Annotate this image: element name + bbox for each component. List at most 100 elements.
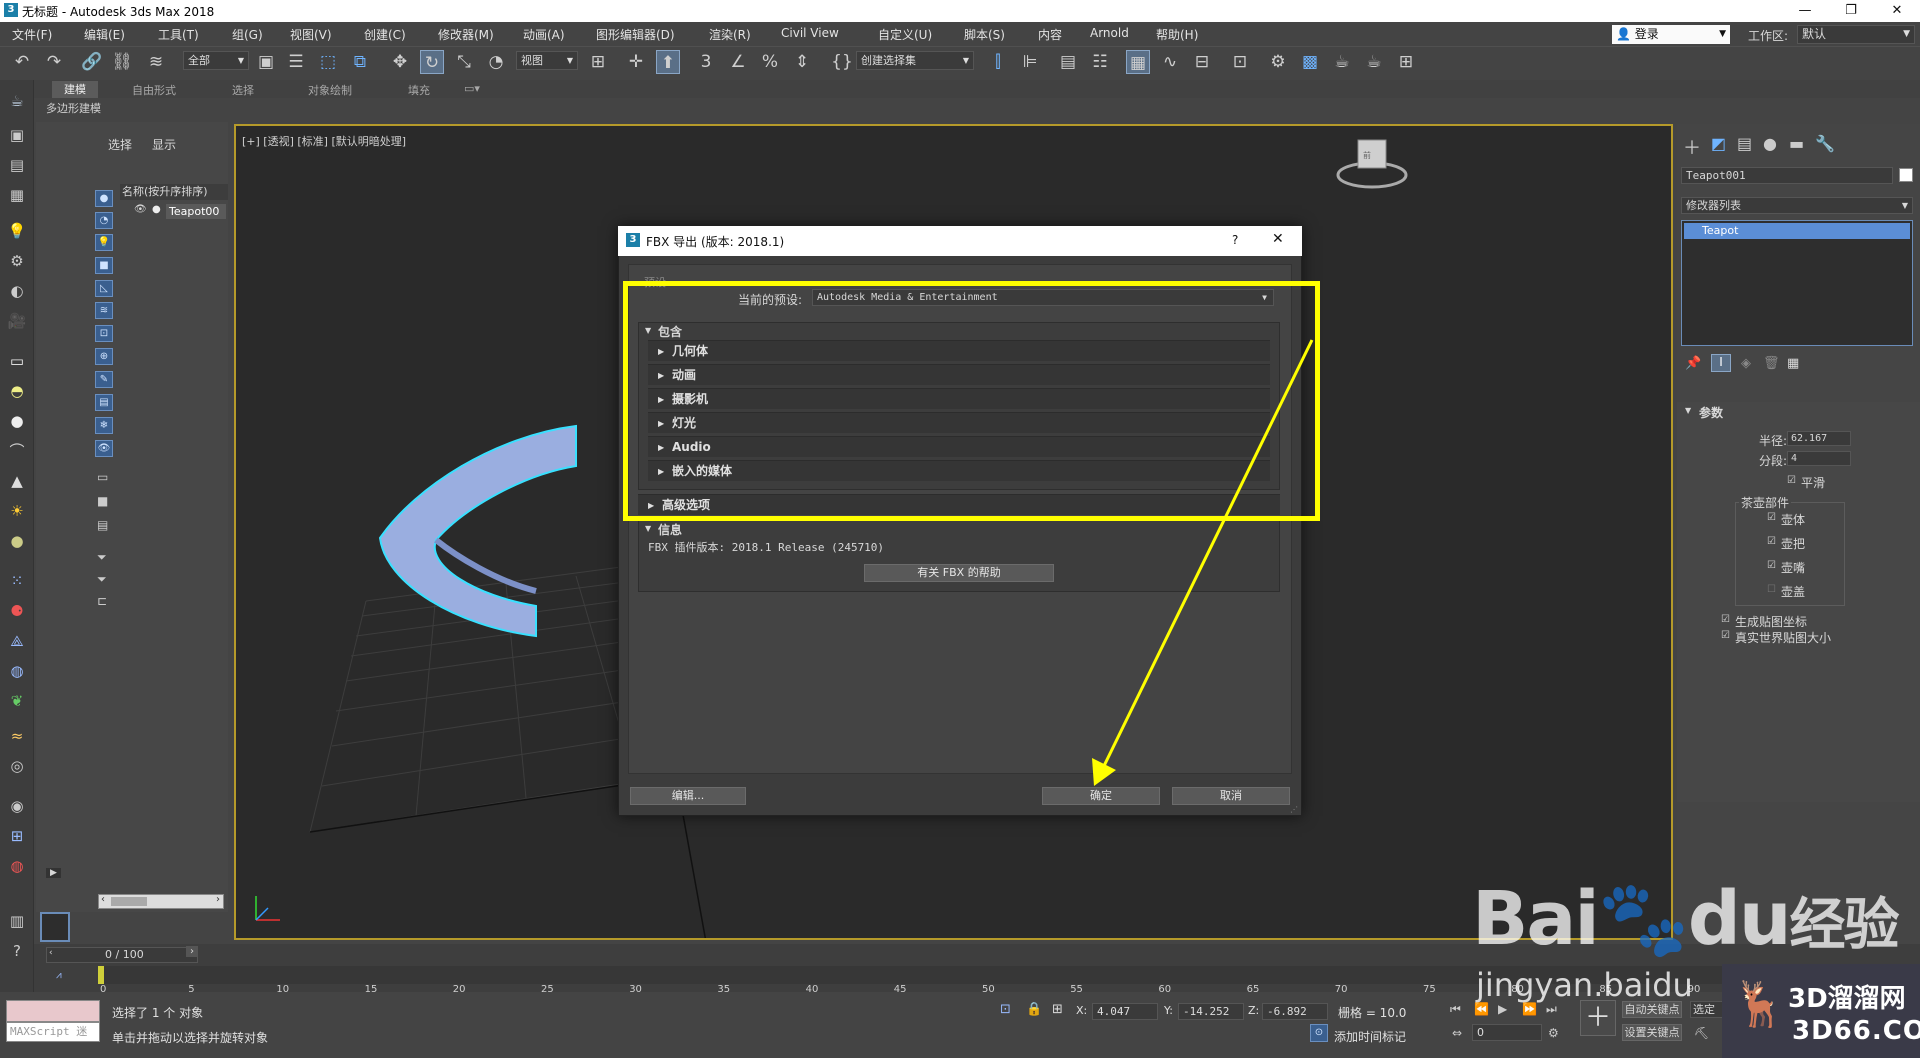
next-key-icon[interactable]: ⏩ xyxy=(1522,1002,1537,1016)
ribbon-subtab-polygon-modeling[interactable]: 多边形建模 xyxy=(46,100,101,116)
filter-xrefs-icon[interactable]: ⊕ xyxy=(95,348,113,365)
menu-tools[interactable]: 工具(T) xyxy=(158,26,199,43)
resize-grip-icon[interactable]: ⋰ xyxy=(1290,805,1298,814)
render-production-icon[interactable]: ☕ xyxy=(1330,50,1354,74)
dialog-help-button[interactable]: ? xyxy=(1232,233,1238,247)
lock-selection-icon[interactable]: 🔒 xyxy=(1026,1002,1042,1017)
undo-icon[interactable]: ↶ xyxy=(10,50,34,74)
filter-frozen-icon[interactable]: ❄ xyxy=(95,417,113,434)
time-slider-marker[interactable] xyxy=(98,966,104,984)
segments-spinner[interactable]: 4 xyxy=(1787,451,1851,466)
scroll-left-icon[interactable]: ‹ xyxy=(101,894,105,905)
close-button[interactable]: ✕ xyxy=(1874,0,1920,22)
bind-space-warp-icon[interactable]: ≋ xyxy=(144,50,168,74)
select-manipulate-icon[interactable]: ✛ xyxy=(624,50,648,74)
utilities-tab-icon[interactable]: 🔧 xyxy=(1815,134,1835,153)
spinner-snap-icon[interactable]: ⇕ xyxy=(790,50,814,74)
filter-shapes-icon[interactable]: ◔ xyxy=(95,212,113,229)
help-icon[interactable]: ? xyxy=(5,940,29,962)
curve-editor-icon[interactable]: ∿ xyxy=(1158,50,1182,74)
ribbon-tab-selection[interactable]: 选择 xyxy=(232,82,254,98)
ribbon-tab-object-paint[interactable]: 对象绘制 xyxy=(308,82,352,98)
layers-icon[interactable]: ▥ xyxy=(5,910,29,932)
set-key-big-icon[interactable]: ＋ xyxy=(1580,1000,1616,1036)
globe-icon[interactable]: ◍ xyxy=(5,660,29,682)
absolute-mode-icon[interactable]: ⊞ xyxy=(1052,1002,1063,1017)
viewport-layout-thumb[interactable] xyxy=(40,912,70,942)
rect-selection-icon[interactable]: ⬚ xyxy=(316,50,340,74)
menu-animation[interactable]: 动画(A) xyxy=(523,26,565,43)
motion-tab-icon[interactable]: ● xyxy=(1763,134,1777,153)
viewcube[interactable]: 前 xyxy=(1332,130,1412,200)
explorer-item-teapot[interactable]: Teapot00 xyxy=(166,204,226,219)
isolate-selection-icon[interactable]: ⊡ xyxy=(1000,1002,1011,1017)
cylinder-icon[interactable]: ◐ xyxy=(5,280,29,302)
next-frame-icon[interactable]: › xyxy=(186,946,198,957)
go-to-end-icon[interactable]: ⏭ xyxy=(1546,1002,1557,1017)
gen-map-checkbox[interactable]: ☑ xyxy=(1721,614,1730,625)
menu-arnold[interactable]: Arnold xyxy=(1090,26,1129,40)
remove-modifier-icon[interactable]: 🗑 xyxy=(1763,356,1780,371)
rendered-frame-window-icon[interactable]: ▩ xyxy=(1298,50,1322,74)
explorer-list-icon[interactable]: ▤ xyxy=(97,518,108,532)
menu-help[interactable]: 帮助(H) xyxy=(1156,26,1198,43)
menu-create[interactable]: 创建(C) xyxy=(364,26,406,43)
create-tab-icon[interactable]: ＋ xyxy=(1683,134,1701,160)
key-filter-dropdown[interactable]: 选定 xyxy=(1690,1001,1724,1018)
real-world-checkbox[interactable]: ☑ xyxy=(1721,630,1730,641)
explorer-doc-icon[interactable]: ▭ xyxy=(97,470,108,484)
menu-edit[interactable]: 编辑(E) xyxy=(84,26,125,43)
show-end-result-icon[interactable]: I xyxy=(1711,354,1731,372)
move-icon[interactable]: ✥ xyxy=(388,50,412,74)
mesh-icon[interactable]: ⟁ xyxy=(5,630,29,652)
menu-file[interactable]: 文件(F) xyxy=(12,26,52,43)
menu-modifiers[interactable]: 修改器(M) xyxy=(438,26,494,43)
particles-icon[interactable]: ⚈ xyxy=(5,600,29,622)
maxscript-input[interactable]: MAXScript 迷 xyxy=(6,1022,100,1042)
expand-arrow-icon[interactable]: ▶ xyxy=(46,868,61,878)
dialog-close-button[interactable]: ✕ xyxy=(1272,231,1284,247)
material-editor-icon[interactable]: ⊡ xyxy=(1228,50,1252,74)
filter-bones-icon[interactable]: ✎ xyxy=(95,371,113,388)
info-title[interactable]: 信息 xyxy=(658,521,682,538)
ribbon-options-icon[interactable]: ▭▾ xyxy=(464,82,480,95)
filter-funnel-icon[interactable]: ⏷ xyxy=(97,572,107,587)
pivot-center-icon[interactable]: ⊞ xyxy=(586,50,610,74)
align-icon[interactable]: ⊫ xyxy=(1018,50,1042,74)
ribbon-tab-modeling[interactable]: 建模 xyxy=(52,81,98,98)
object-color-swatch[interactable] xyxy=(1899,168,1913,182)
sphere-icon[interactable]: ● xyxy=(5,410,29,432)
add-time-tag[interactable]: 添加时间标记 xyxy=(1334,1028,1406,1045)
fbx-help-button[interactable]: 有关 FBX 的帮助 xyxy=(864,564,1054,582)
plane-icon[interactable]: ▭ xyxy=(5,350,29,372)
scroll-right-icon[interactable]: › xyxy=(216,894,220,905)
play-icon[interactable]: ▶ xyxy=(1498,1002,1507,1016)
filter-containers-icon[interactable]: ▤ xyxy=(95,394,113,411)
menu-customize[interactable]: 自定义(U) xyxy=(878,26,932,43)
edit-button[interactable]: 编辑... xyxy=(630,787,746,805)
named-selection-dropdown[interactable]: 创建选择集 ▼ xyxy=(856,51,974,70)
prev-key-icon[interactable]: ⏪ xyxy=(1474,1002,1489,1016)
a360-render-icon[interactable]: ⊞ xyxy=(1394,50,1418,74)
smooth-checkbox[interactable]: ☑ xyxy=(1787,475,1796,486)
explorer-tab-select[interactable]: 选择 xyxy=(108,136,132,153)
filter-lights-icon[interactable]: 💡 xyxy=(95,234,113,251)
selection-filter-dropdown[interactable]: 全部 ▼ xyxy=(183,51,249,70)
ref-coord-dropdown[interactable]: 视图 ▼ xyxy=(516,51,578,70)
object-name-field[interactable]: Teapot001 xyxy=(1681,167,1893,184)
render-iterative-icon[interactable]: ☕ xyxy=(1362,50,1386,74)
dome-icon[interactable]: ◓ xyxy=(5,380,29,402)
box-icon[interactable]: ▣ xyxy=(5,124,29,146)
explorer-hscrollbar[interactable]: ‹ › xyxy=(98,894,224,909)
scroll-thumb[interactable] xyxy=(111,897,147,906)
teapot-icon[interactable]: ☕ xyxy=(5,90,29,112)
gear-icon[interactable]: ⚙ xyxy=(5,250,29,272)
filter-groups-icon[interactable]: ⊡ xyxy=(95,325,113,342)
select-by-name-icon[interactable]: ☰ xyxy=(284,50,308,74)
menu-scripting[interactable]: 脚本(S) xyxy=(964,26,1005,43)
make-unique-icon[interactable]: ◈ xyxy=(1741,356,1751,371)
explorer-tab-display[interactable]: 显示 xyxy=(152,136,176,153)
schematic-view-icon[interactable]: ⊟ xyxy=(1190,50,1214,74)
lightbulb-icon[interactable]: 💡 xyxy=(5,220,29,242)
edit-named-selection-icon[interactable]: {} xyxy=(830,50,854,74)
